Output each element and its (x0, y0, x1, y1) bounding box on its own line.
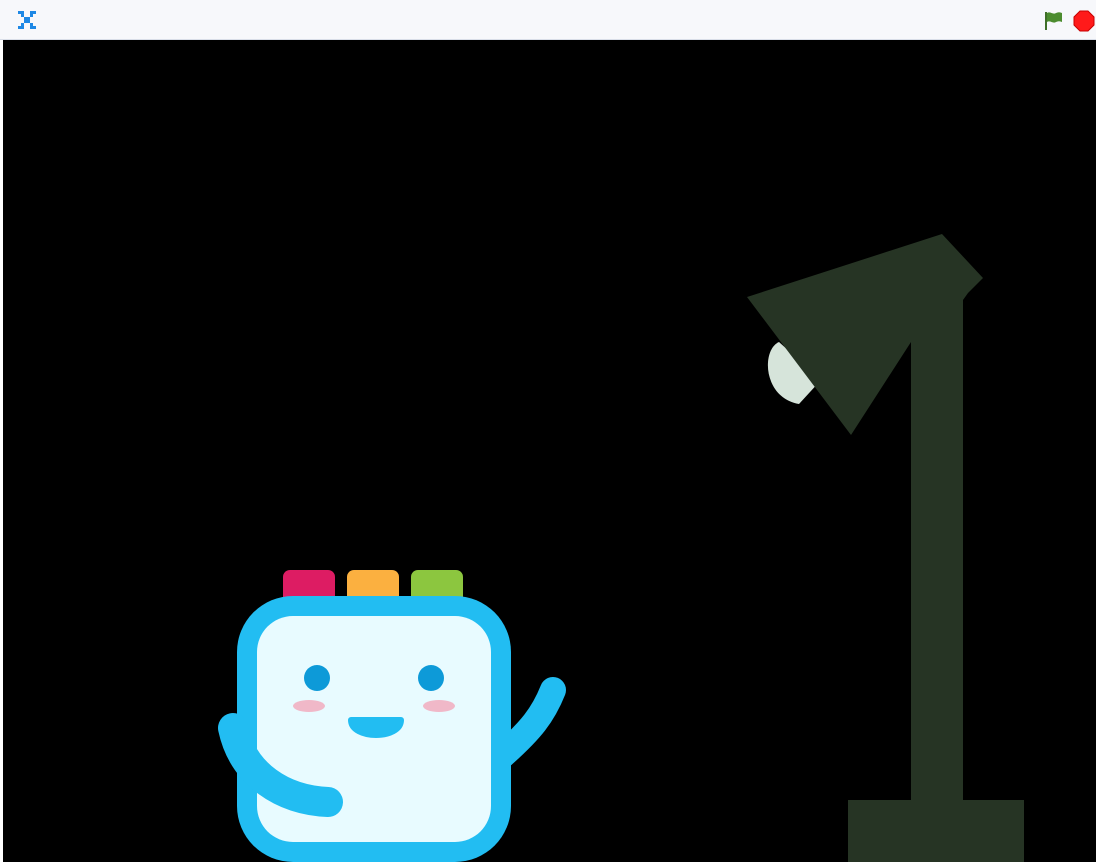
robot-left-eye (304, 665, 330, 691)
player-controls-bar (0, 0, 1096, 40)
robot-mouth (348, 717, 404, 738)
robot-sprite[interactable] (213, 560, 573, 862)
scratch-player (0, 0, 1096, 862)
green-flag-icon[interactable] (1041, 9, 1065, 33)
stop-sign-icon[interactable] (1072, 9, 1096, 33)
robot-left-cheek (293, 700, 325, 712)
fullscreen-toggle-icon[interactable] (16, 9, 38, 31)
lamp-base (848, 800, 1024, 862)
lamp-pole (911, 295, 963, 805)
stage-canvas[interactable] (3, 40, 1096, 862)
lamp-sprite[interactable] (743, 230, 1043, 862)
robot-right-cheek (423, 700, 455, 712)
robot-right-eye (418, 665, 444, 691)
